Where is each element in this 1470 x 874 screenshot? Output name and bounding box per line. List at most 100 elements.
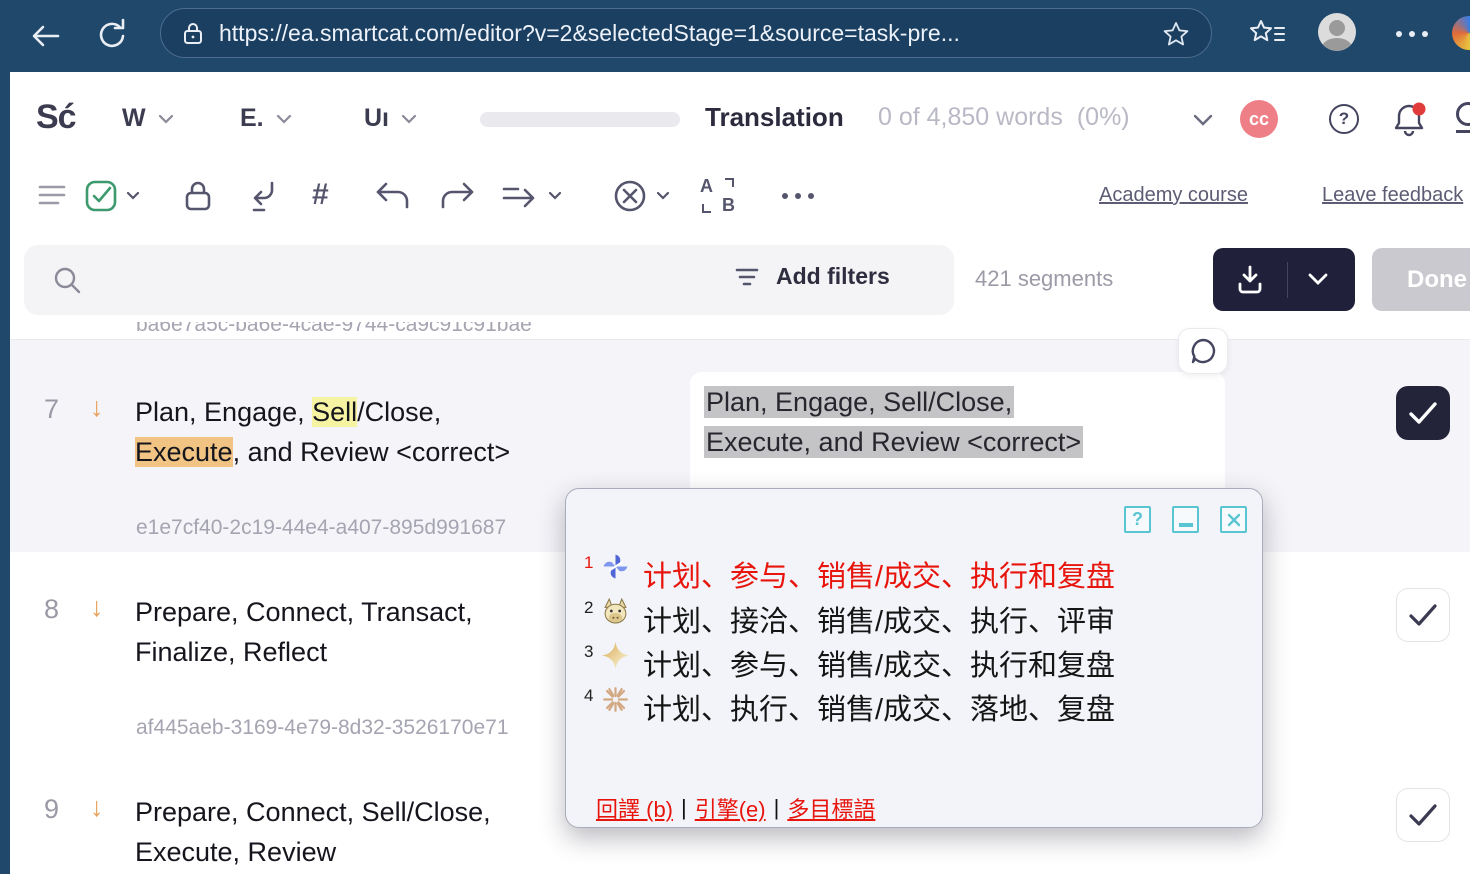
reject-chevron-icon[interactable]: [656, 191, 670, 201]
undo-icon[interactable]: [374, 180, 412, 214]
close-icon: [1227, 513, 1241, 527]
popup-footer-links: 回譯 (b) | 引擎(e) | 多目標語: [596, 792, 875, 824]
check-icon: [1408, 603, 1438, 627]
mt-result-row[interactable]: 4 计划、执行、销售/成交、落地、复盘: [584, 686, 1115, 730]
menu-label: E.: [240, 104, 264, 133]
back-translate-link[interactable]: 回譯 (b): [596, 792, 673, 824]
window-left-frame: [0, 72, 10, 874]
redo-icon[interactable]: [438, 180, 476, 214]
browser-menu-icon[interactable]: [1396, 31, 1428, 37]
stats-chevron-icon[interactable]: [1192, 113, 1214, 127]
multi-target-link[interactable]: 多目標語: [787, 792, 875, 824]
result-index: 1: [584, 553, 596, 573]
mt-result-row[interactable]: 1 计划、参与、销售/成交、执行和复盘: [584, 553, 1115, 597]
menu-label: Uı: [364, 104, 389, 133]
mt-result-row[interactable]: 2 计划、接洽、销售/成交、执行、评审: [584, 598, 1115, 642]
orange-highlight: Execute: [135, 437, 233, 467]
notifications-bell-icon[interactable]: [1390, 100, 1428, 140]
search-icon: [52, 265, 82, 295]
segment-7-confirmed-checkbox[interactable]: [1396, 386, 1450, 440]
segment-direction-arrow: ↓: [90, 792, 104, 823]
special-chars-icon[interactable]: #: [312, 178, 329, 212]
screenshot-root: https://ea.smartcat.com/editor?v=2&selec…: [0, 0, 1470, 874]
lock-icon: [181, 20, 205, 46]
collections-icon[interactable]: [1248, 18, 1288, 54]
chevron-down-icon: [276, 114, 292, 124]
header-menu-language[interactable]: E.: [240, 104, 292, 133]
stage-title: Translation: [705, 102, 844, 133]
gemini-sparkle-icon: [602, 642, 629, 669]
search-bar: Search in source Search in target Add fi…: [24, 245, 954, 315]
change-case-icon[interactable]: AB: [700, 178, 736, 214]
mt-translation-text[interactable]: 计划、参与、销售/成交、执行和复盘: [643, 553, 1115, 595]
popup-minimize-button[interactable]: [1172, 506, 1199, 533]
confirm-chevron-icon[interactable]: [126, 191, 140, 201]
check-icon: [1408, 401, 1438, 425]
academy-course-link[interactable]: Academy course: [1099, 184, 1248, 207]
download-button[interactable]: [1213, 248, 1355, 311]
segment-8-uuid: af445aeb-3169-4e79-8d32-3526170e71: [136, 716, 509, 740]
address-bar[interactable]: https://ea.smartcat.com/editor?v=2&selec…: [160, 8, 1212, 58]
user-avatar[interactable]: cc: [1240, 100, 1278, 138]
confirm-segment-icon[interactable]: [84, 179, 118, 213]
done-button[interactable]: Done: [1372, 248, 1470, 311]
segment-list-icon[interactable]: [38, 183, 66, 207]
result-index: 4: [584, 686, 596, 706]
add-filters-button[interactable]: Add filters: [734, 263, 890, 290]
smartcat-logo[interactable]: Sć: [36, 98, 76, 137]
button-divider: [1287, 262, 1288, 298]
words-count: 0 of 4,850 words: [878, 103, 1063, 132]
goto-segment-icon[interactable]: [500, 180, 540, 214]
segment-9-confirm-checkbox[interactable]: [1396, 788, 1450, 842]
browser-toolbar: https://ea.smartcat.com/editor?v=2&selec…: [0, 0, 1470, 72]
header-partial-icon[interactable]: [1456, 102, 1470, 138]
popup-close-button[interactable]: [1220, 506, 1247, 533]
back-icon[interactable]: [28, 19, 64, 53]
source-text[interactable]: Plan, Engage, Sell/Close, Execute, and R…: [135, 392, 675, 472]
url-text[interactable]: https://ea.smartcat.com/editor?v=2&selec…: [219, 20, 1119, 47]
download-options-chevron-icon[interactable]: [1308, 273, 1328, 286]
engines-link[interactable]: 引擎(e): [695, 792, 766, 824]
mt-translation-text[interactable]: 计划、接洽、销售/成交、执行、评审: [643, 598, 1115, 640]
clipped-previous-uuid: ba6e7a5c-ba6e-4cae-9744-ca9c91c91bae: [136, 322, 636, 337]
mt-result-row[interactable]: 3 计划、参与、销售/成交、执行和复盘: [584, 642, 1115, 686]
mt-engine-donkey-icon: [602, 598, 629, 625]
segment-number: 8: [44, 594, 59, 625]
segment-number: 9: [44, 794, 59, 825]
mt-engine-pinwheel-icon: [602, 553, 629, 580]
filter-icon: [734, 265, 760, 289]
menu-label: W: [122, 104, 146, 133]
refresh-icon[interactable]: [94, 15, 130, 55]
insert-return-icon[interactable]: [246, 178, 280, 214]
selected-target-text: Execute, and Review <correct>: [704, 426, 1083, 458]
segment-8-confirm-checkbox[interactable]: [1396, 588, 1450, 642]
mt-translation-text[interactable]: 计划、参与、销售/成交、执行和复盘: [643, 642, 1115, 684]
favorite-star-icon[interactable]: [1161, 20, 1191, 49]
more-actions-icon[interactable]: [782, 193, 814, 199]
segment-direction-arrow: ↓: [90, 392, 104, 423]
claude-starburst-icon: [602, 686, 629, 713]
result-index: 3: [584, 642, 596, 662]
header-menu-ui[interactable]: Uı: [364, 104, 417, 133]
translation-popup[interactable]: ? 1 计划、参与、销售/成交、执行和复盘 2: [565, 488, 1263, 828]
chevron-down-icon: [401, 114, 417, 124]
browser-profile-avatar[interactable]: [1318, 13, 1356, 51]
help-icon[interactable]: ?: [1329, 104, 1359, 134]
target-editor-cell[interactable]: Plan, Engage, Sell/Close, Execute, and R…: [690, 372, 1225, 496]
progress-bar: [480, 112, 680, 127]
mt-translation-text[interactable]: 计划、执行、销售/成交、落地、复盘: [643, 686, 1115, 728]
add-filters-label: Add filters: [776, 263, 890, 290]
segment-number: 7: [44, 394, 59, 425]
chevron-down-icon: [158, 114, 174, 124]
leave-feedback-link[interactable]: Leave feedback: [1322, 184, 1463, 206]
browser-extension-icon[interactable]: [1452, 16, 1470, 50]
comment-bubble-button[interactable]: [1178, 328, 1228, 374]
popup-help-button[interactable]: ?: [1124, 506, 1151, 533]
word-stats[interactable]: 0 of 4,850 words (0%): [878, 103, 1130, 132]
goto-chevron-icon[interactable]: [548, 191, 562, 201]
segment-direction-arrow: ↓: [90, 592, 104, 623]
header-menu-workspace[interactable]: W: [122, 104, 174, 133]
lock-segment-icon[interactable]: [182, 178, 214, 214]
reject-segment-icon[interactable]: [612, 178, 648, 214]
result-index: 2: [584, 598, 596, 618]
